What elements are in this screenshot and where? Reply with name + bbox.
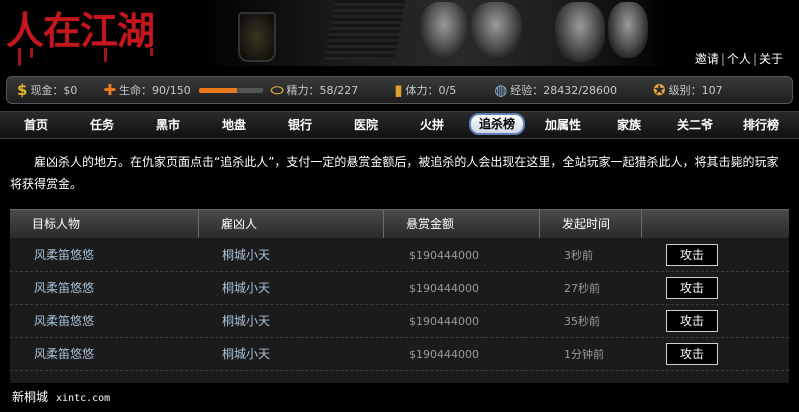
column-header-time: 发起时间 bbox=[539, 210, 641, 238]
energy-stat: ⬭ 精力：58/227 bbox=[271, 81, 359, 99]
level-value: 级别：107 bbox=[668, 84, 723, 97]
table-row: 风柔笛悠悠 桐城小天 $190444000 3秒前 攻击 bbox=[10, 239, 789, 272]
hirer-name-link[interactable]: 桐城小天 bbox=[222, 239, 270, 272]
hirer-name-link[interactable]: 桐城小天 bbox=[222, 305, 270, 338]
character-portrait bbox=[555, 2, 605, 62]
life-stat: ✚ 生命：90/150 bbox=[103, 81, 268, 99]
battery-icon: ▮ bbox=[394, 81, 403, 99]
life-progress-fill bbox=[198, 87, 238, 93]
energy-value: 精力：58/227 bbox=[286, 84, 359, 97]
nav-item-hospital[interactable]: 医院 bbox=[346, 115, 386, 135]
exp-stat: ◍ 经验：28432/28600 bbox=[494, 81, 617, 99]
experience-icon: ◍ bbox=[494, 81, 508, 99]
nav-item-bank[interactable]: 银行 bbox=[280, 115, 320, 135]
nav-item-add-attributes[interactable]: 加属性 bbox=[537, 115, 589, 135]
start-time: 3秒前 bbox=[564, 249, 593, 262]
table-row: 风柔笛悠悠 桐城小天 $190444000 27秒前 攻击 bbox=[10, 272, 789, 305]
link-separator: | bbox=[720, 52, 725, 66]
lantern-image bbox=[238, 12, 276, 62]
blood-drip bbox=[104, 48, 107, 62]
footer-domain: xintc.com bbox=[56, 393, 111, 404]
column-header-hirer: 雇凶人 bbox=[198, 210, 383, 238]
nav-item-territory[interactable]: 地盘 bbox=[214, 115, 254, 135]
footer: 新桐城 xintc.com bbox=[12, 388, 110, 405]
nav-item-family[interactable]: 家族 bbox=[609, 115, 649, 135]
building-image bbox=[324, 0, 406, 60]
blood-drip bbox=[30, 48, 33, 58]
medal-icon: ✪ bbox=[653, 81, 666, 99]
nav-item-bounty-list[interactable]: 追杀榜 bbox=[468, 113, 526, 135]
bounty-amount: $190444000 bbox=[409, 282, 479, 295]
nav-item-fight[interactable]: 火拼 bbox=[412, 115, 452, 135]
target-name-link[interactable]: 风柔笛悠悠 bbox=[34, 239, 94, 272]
dollar-icon: $ bbox=[17, 81, 28, 99]
exp-value: 经验：28432/28600 bbox=[510, 84, 617, 97]
column-header-action bbox=[641, 210, 789, 238]
table-row: 风柔笛悠悠 桐城小天 $190444000 35秒前 攻击 bbox=[10, 305, 789, 338]
footer-site-name: 新桐城 bbox=[12, 390, 49, 404]
blood-drip bbox=[150, 48, 153, 56]
table-row: 风柔笛悠悠 桐城小天 $190444000 1分钟前 攻击 bbox=[10, 338, 789, 371]
target-name-link[interactable]: 风柔笛悠悠 bbox=[34, 338, 94, 371]
blood-drip bbox=[18, 48, 21, 66]
top-links: 邀请 | 个人 | 关于 bbox=[695, 50, 783, 67]
bounty-amount: $190444000 bbox=[409, 249, 479, 262]
character-portrait bbox=[608, 2, 648, 58]
start-time: 1分钟前 bbox=[564, 348, 604, 361]
start-time: 35秒前 bbox=[564, 315, 600, 328]
link-separator: | bbox=[752, 52, 757, 66]
bounty-amount: $190444000 bbox=[409, 348, 479, 361]
invite-link[interactable]: 邀请 bbox=[695, 52, 719, 66]
column-header-bounty: 悬赏金额 bbox=[383, 210, 539, 238]
attack-button[interactable]: 攻击 bbox=[666, 310, 718, 332]
pill-icon: ⬭ bbox=[270, 81, 284, 99]
money-stat: $ 现金：$0 bbox=[17, 81, 77, 99]
nav-item-tasks[interactable]: 任务 bbox=[82, 115, 122, 135]
plus-icon: ✚ bbox=[103, 81, 117, 99]
hirer-name-link[interactable]: 桐城小天 bbox=[222, 338, 270, 371]
page-description: 雇凶杀人的地方。在仇家页面点击“追杀此人”，支付一定的悬赏金额后，被追杀的人会出… bbox=[10, 155, 779, 191]
attack-button[interactable]: 攻击 bbox=[666, 244, 718, 266]
attack-button[interactable]: 攻击 bbox=[666, 343, 718, 365]
bounty-table: 目标人物 雇凶人 悬赏金额 发起时间 风柔笛悠悠 桐城小天 $190444000… bbox=[10, 209, 789, 383]
stamina-value: 体力：0/5 bbox=[405, 84, 457, 97]
nav-item-guan-erye[interactable]: 关二爷 bbox=[669, 115, 721, 135]
table-header: 目标人物 雇凶人 悬赏金额 发起时间 bbox=[10, 209, 789, 238]
level-stat: ✪ 级别：107 bbox=[653, 81, 723, 99]
start-time: 27秒前 bbox=[564, 282, 600, 295]
main-nav: 首页 任务 黑市 地盘 银行 医院 火拼 追杀榜 加属性 家族 关二爷 排行榜 bbox=[0, 111, 799, 139]
nav-item-ranking[interactable]: 排行榜 bbox=[735, 115, 787, 135]
column-header-target: 目标人物 bbox=[32, 217, 81, 231]
character-portrait bbox=[470, 2, 522, 58]
about-link[interactable]: 关于 bbox=[759, 52, 783, 66]
status-bar: $ 现金：$0 ✚ 生命：90/150 ⬭ 精力：58/227 ▮ 体力：0/5… bbox=[6, 76, 793, 104]
bounty-amount: $190444000 bbox=[409, 315, 479, 328]
site-logo[interactable]: 人在江湖 bbox=[6, 6, 155, 56]
life-value: 生命：90/150 bbox=[119, 84, 191, 97]
attack-button[interactable]: 攻击 bbox=[666, 277, 718, 299]
character-portrait bbox=[420, 2, 468, 58]
nav-item-home[interactable]: 首页 bbox=[16, 115, 56, 135]
hirer-name-link[interactable]: 桐城小天 bbox=[222, 272, 270, 305]
life-progress-bar bbox=[198, 87, 263, 93]
profile-link[interactable]: 个人 bbox=[727, 52, 751, 66]
nav-item-black-market[interactable]: 黑市 bbox=[148, 115, 188, 135]
target-name-link[interactable]: 风柔笛悠悠 bbox=[34, 272, 94, 305]
stamina-stat: ▮ 体力：0/5 bbox=[394, 81, 456, 99]
header: 人在江湖 邀请 | 个人 | 关于 bbox=[0, 0, 799, 74]
money-value: 现金：$0 bbox=[30, 84, 78, 97]
target-name-link[interactable]: 风柔笛悠悠 bbox=[34, 305, 94, 338]
